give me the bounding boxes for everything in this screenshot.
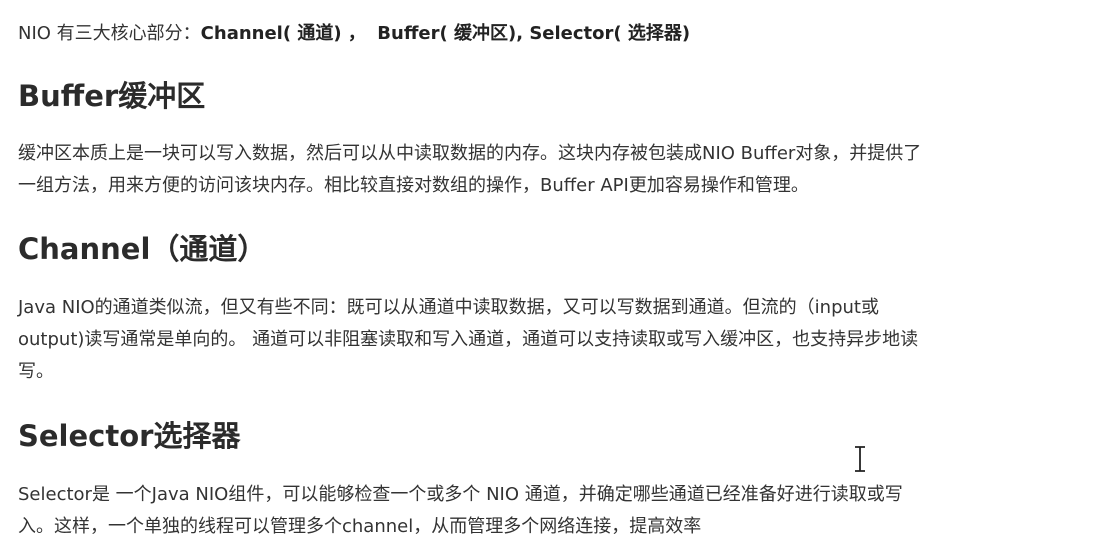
paragraph-selector: Selector是 一个Java NIO组件，可以能够检查一个或多个 NIO 通…	[18, 479, 1082, 543]
heading-selector: Selector选择器	[18, 419, 241, 453]
intro-prefix: NIO 有三大核心部分：	[18, 23, 201, 44]
paragraph-channel: Java NIO的通道类似流，但又有些不同：既可以从通道中读取数据，又可以写数据…	[18, 292, 1082, 388]
intro-channel: Channel( 通道) ，	[200, 23, 366, 44]
intro-selector: Selector( 选择器)	[529, 23, 691, 44]
paragraph-line: 一组方法，用来方便的访问该块内存。相比较直接对数组的操作，Buffer API更…	[18, 175, 809, 196]
paragraph-line: Selector是 一个Java NIO组件，可以能够检查一个或多个 NIO 通…	[18, 484, 903, 505]
paragraph-line: Java NIO的通道类似流，但又有些不同：既可以从通道中读取数据，又可以写数据…	[18, 297, 879, 318]
paragraph-line: 入。这样，一个单独的线程可以管理多个channel，从而管理多个网络连接，提高效…	[18, 516, 702, 537]
paragraph-line: 缓冲区本质上是一块可以写入数据，然后可以从中读取数据的内存。这块内存被包装成NI…	[18, 143, 922, 164]
heading-buffer: Buffer缓冲区	[18, 79, 206, 113]
intro-buffer: Buffer( 缓冲区),	[377, 23, 530, 44]
heading-channel: Channel（通道）	[18, 232, 267, 266]
intro-line: NIO 有三大核心部分：Channel( 通道) ， Buffer( 缓冲区),…	[18, 20, 690, 48]
text-cursor-icon	[855, 446, 865, 472]
paragraph-buffer: 缓冲区本质上是一块可以写入数据，然后可以从中读取数据的内存。这块内存被包装成NI…	[18, 138, 1082, 202]
paragraph-line: output)读写通常是单向的。 通道可以非阻塞读取和写入通道，通道可以支持读取…	[18, 329, 919, 350]
paragraph-line: 写。	[18, 361, 54, 382]
